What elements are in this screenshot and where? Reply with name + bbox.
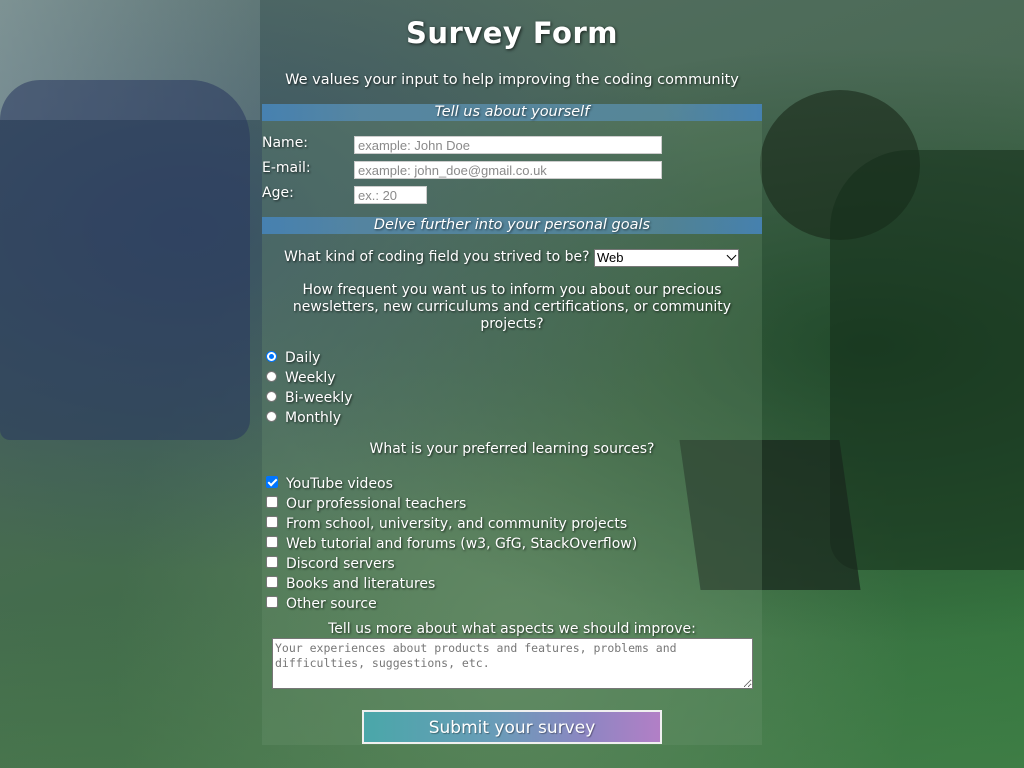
source-option-books[interactable]: Books and literatures <box>266 575 435 593</box>
background-person-right-head <box>760 90 920 240</box>
age-label: Age: <box>262 185 294 201</box>
source-option-label: YouTube videos <box>286 476 393 492</box>
coding-field-label: What kind of coding field you strived to… <box>284 249 590 265</box>
checkbox-school[interactable] <box>266 516 278 528</box>
source-option-web-tutorials[interactable]: Web tutorial and forums (w3, GfG, StackO… <box>266 535 637 553</box>
background-person-left <box>0 80 250 440</box>
email-input[interactable] <box>354 161 662 179</box>
improve-textarea[interactable] <box>272 638 753 689</box>
radio-monthly[interactable] <box>266 410 277 422</box>
radio-bi-weekly[interactable] <box>266 390 277 402</box>
frequency-option-weekly[interactable]: Weekly <box>266 369 336 387</box>
frequency-question: How frequent you want us to inform you a… <box>292 282 732 332</box>
frequency-option-label: Monthly <box>285 410 342 426</box>
checkbox-web-tutorials[interactable] <box>266 536 278 548</box>
coding-field-select[interactable]: Web <box>594 249 739 267</box>
source-option-label: From school, university, and community p… <box>286 516 628 532</box>
frequency-option-daily[interactable]: Daily <box>266 349 320 367</box>
frequency-option-label: Bi-weekly <box>285 390 353 406</box>
section-heading-goals: Delve further into your personal goals <box>262 217 762 234</box>
background-person-right <box>830 150 1024 570</box>
sources-question: What is your preferred learning sources? <box>369 441 655 457</box>
name-label: Name: <box>262 135 309 151</box>
checkbox-discord[interactable] <box>266 556 278 568</box>
submit-button[interactable]: Submit your survey <box>362 710 662 744</box>
radio-weekly[interactable] <box>266 370 277 382</box>
chevron-down-icon <box>726 250 737 261</box>
checkbox-books[interactable] <box>266 576 278 588</box>
page-title: Survey Form <box>406 16 618 50</box>
section-heading-about: Tell us about yourself <box>262 104 762 121</box>
checkbox-youtube[interactable] <box>266 476 278 488</box>
frequency-option-label: Weekly <box>285 370 336 386</box>
frequency-option-bi-weekly[interactable]: Bi-weekly <box>266 389 353 407</box>
source-option-school[interactable]: From school, university, and community p… <box>266 515 627 533</box>
frequency-option-monthly[interactable]: Monthly <box>266 409 341 427</box>
name-input[interactable] <box>354 136 662 154</box>
source-option-label: Books and literatures <box>286 576 436 592</box>
source-option-other[interactable]: Other source <box>266 595 377 613</box>
email-label: E-mail: <box>262 160 311 176</box>
checkbox-other[interactable] <box>266 596 278 608</box>
source-option-label: Web tutorial and forums (w3, GfG, StackO… <box>286 536 638 552</box>
source-option-label: Our professional teachers <box>286 496 467 512</box>
checkbox-teachers[interactable] <box>266 496 278 508</box>
age-input[interactable] <box>354 186 427 204</box>
source-option-youtube[interactable]: YouTube videos <box>266 475 393 493</box>
coding-field-selected: Web <box>597 250 624 265</box>
source-option-teachers[interactable]: Our professional teachers <box>266 495 466 513</box>
frequency-option-label: Daily <box>285 350 321 366</box>
source-option-discord[interactable]: Discord servers <box>266 555 395 573</box>
source-option-label: Other source <box>286 596 377 612</box>
page-subtitle: We values your input to help improving t… <box>285 72 739 88</box>
source-option-label: Discord servers <box>286 556 395 572</box>
improve-question: Tell us more about what aspects we shoul… <box>328 621 696 637</box>
radio-daily[interactable] <box>266 350 277 362</box>
